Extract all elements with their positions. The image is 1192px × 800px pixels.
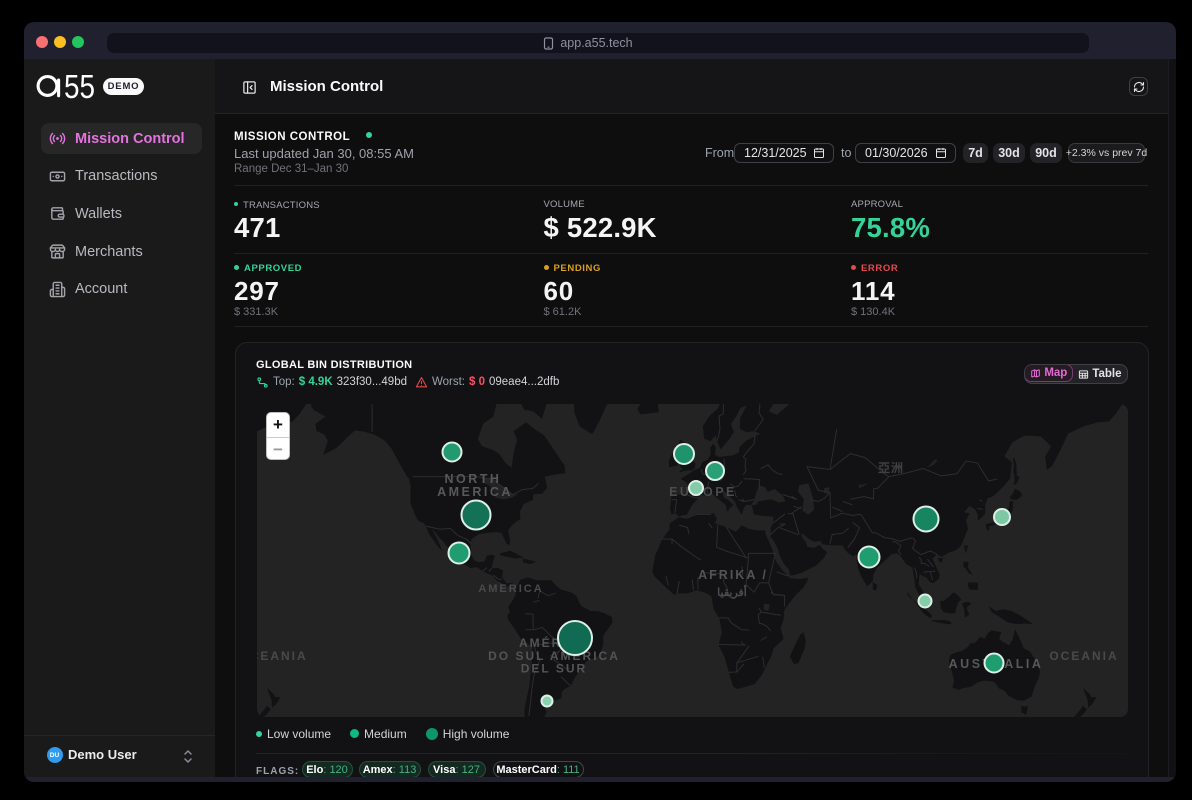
svg-text:OCEANIA: OCEANIA — [1049, 649, 1118, 663]
svg-text:AFRIKA /: AFRIKA / — [698, 568, 768, 582]
svg-text:AMERICA: AMERICA — [478, 583, 543, 595]
svg-text:55: 55 — [64, 68, 95, 103]
svg-text:OCEANIA: OCEANIA — [257, 649, 308, 663]
svg-text:أفريقيا: أفريقيا — [717, 585, 747, 599]
svg-text:NORTH: NORTH — [445, 472, 502, 486]
svg-text:亞洲: 亞洲 — [878, 461, 904, 475]
svg-text:DEL SUR: DEL SUR — [521, 662, 587, 676]
svg-text:AMERICA: AMERICA — [437, 485, 513, 499]
